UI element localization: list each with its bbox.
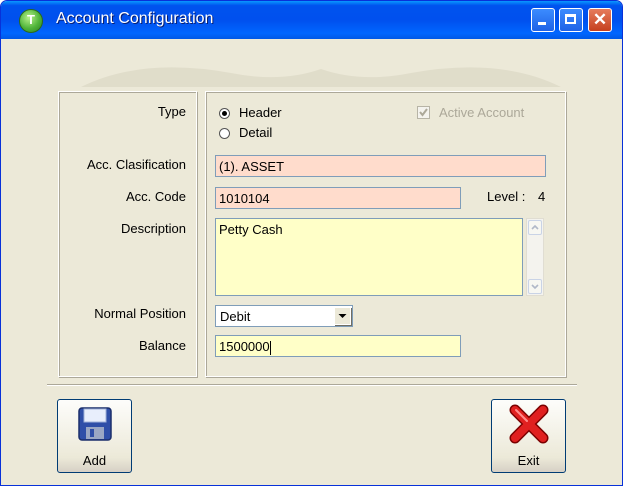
- active-account-label: Active Account: [439, 105, 525, 120]
- chevron-down-icon: [531, 284, 539, 290]
- close-button[interactable]: ✕: [588, 8, 612, 32]
- description-textarea[interactable]: Petty Cash: [215, 218, 523, 296]
- description-label: Description: [120, 221, 186, 236]
- exit-button-label: Exit: [517, 453, 540, 468]
- save-disk-icon: [78, 407, 112, 441]
- classification-field[interactable]: (1). ASSET: [215, 155, 546, 177]
- add-button[interactable]: Add: [57, 399, 132, 473]
- code-label: Acc. Code: [126, 189, 186, 204]
- description-scrollbar[interactable]: [526, 218, 544, 296]
- title-bar[interactable]: Account Configuration ✕: [1, 1, 622, 39]
- normal-position-label: Normal Position: [94, 306, 186, 321]
- exit-x-icon: [509, 404, 549, 444]
- radio-detail-label: Detail: [239, 125, 273, 140]
- add-button-label: Add: [82, 453, 107, 468]
- chevron-up-icon: [531, 224, 539, 230]
- radio-header-circle[interactable]: [219, 108, 230, 119]
- maximize-button[interactable]: [559, 8, 583, 32]
- exit-button[interactable]: Exit: [491, 399, 566, 473]
- classification-label: Acc. Clasification: [87, 157, 186, 172]
- description-text: Petty Cash: [219, 222, 283, 237]
- radio-detail-circle[interactable]: [219, 128, 230, 139]
- balance-value: 1500000: [219, 339, 270, 354]
- account-configuration-window: Account Configuration ✕ Type Acc. Clasif…: [0, 0, 623, 486]
- watermark-logo-icon: [81, 67, 561, 87]
- type-label: Type: [157, 104, 186, 119]
- maximize-icon: [565, 14, 576, 24]
- window-title: Account Configuration: [56, 10, 214, 27]
- client-area: Type Acc. Clasification Acc. Code Descri…: [1, 39, 622, 485]
- code-field[interactable]: 1010104: [215, 187, 461, 209]
- type-radio-detail[interactable]: Detail: [219, 125, 309, 141]
- button-separator: [47, 384, 577, 386]
- balance-field[interactable]: 1500000: [215, 335, 461, 357]
- dropdown-arrow-icon: [338, 314, 347, 318]
- close-icon: ✕: [592, 10, 608, 29]
- minimize-icon: [538, 22, 546, 25]
- normal-position-value: Debit: [220, 309, 251, 324]
- text-cursor: [269, 340, 271, 355]
- scroll-down-button[interactable]: [528, 279, 542, 294]
- level-label: Level :: [487, 189, 526, 204]
- radio-selected-dot: [222, 111, 227, 116]
- checkmark-icon: [419, 108, 428, 117]
- normal-position-select[interactable]: Debit: [215, 305, 353, 327]
- scroll-up-button[interactable]: [528, 220, 542, 235]
- dropdown-button[interactable]: [334, 307, 351, 325]
- balance-label: Balance: [139, 338, 186, 353]
- active-account-checkbox[interactable]: Active Account: [417, 105, 547, 121]
- active-account-check-box[interactable]: [417, 106, 430, 119]
- minimize-button[interactable]: [531, 8, 555, 32]
- level-value: 4: [538, 189, 546, 204]
- radio-header-label: Header: [239, 105, 282, 120]
- type-radio-header[interactable]: Header: [219, 105, 309, 121]
- app-icon: [19, 9, 43, 33]
